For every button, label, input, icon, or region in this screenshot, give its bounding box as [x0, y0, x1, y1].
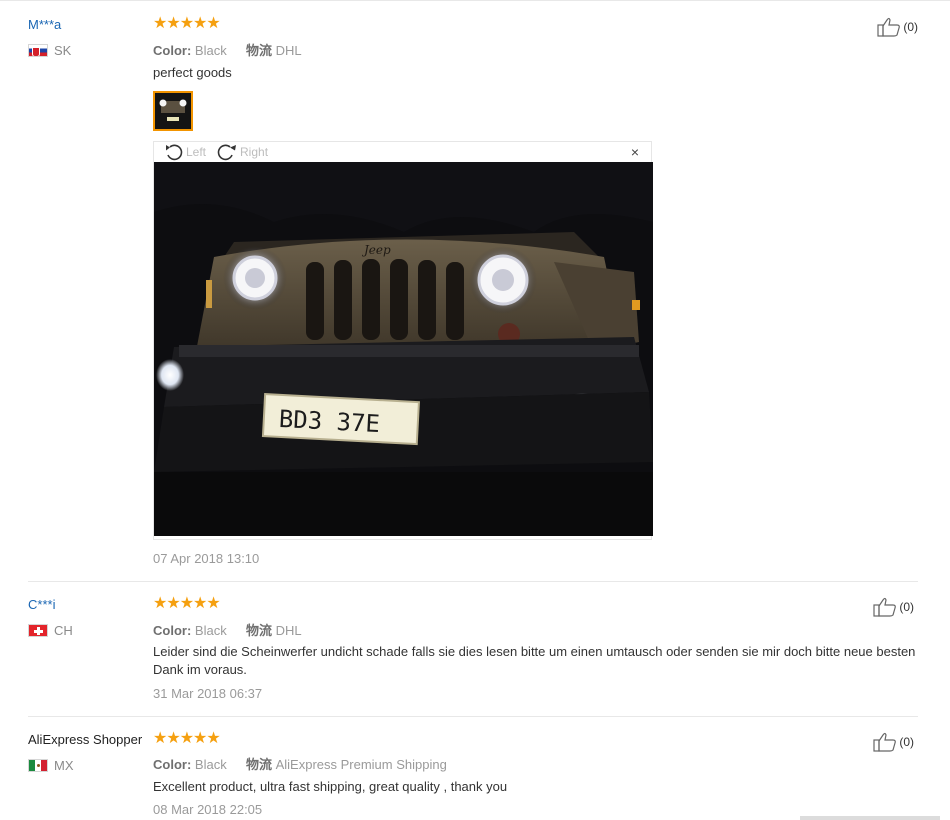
horizontal-scrollbar[interactable] [800, 816, 940, 820]
photo-viewer-toolbar: Left Right × [154, 142, 651, 162]
shipping-value: DHL [275, 623, 302, 638]
flag-mx-icon [28, 759, 48, 772]
review-date: 08 Mar 2018 22:05 [153, 802, 263, 817]
color-value: Black [194, 43, 227, 58]
country-code: MX [54, 758, 74, 773]
review-photo: Jeep BD3 37E [154, 162, 653, 536]
helpful-count: (0) [899, 600, 914, 614]
star-rating: ★★★★★ [153, 730, 221, 747]
thumbs-up-icon [877, 17, 901, 37]
color-value: Black [194, 623, 227, 638]
close-viewer-button[interactable]: × [631, 145, 639, 159]
review-item: AliExpress Shopper MX ★★★★★ Color: Black… [28, 716, 918, 820]
thumbs-up-icon [873, 597, 897, 617]
star-rating: ★★★★★ [153, 595, 221, 612]
shipping-label: 物流 [245, 757, 272, 772]
review-meta: Color: Black 物流 AliExpress Premium Shipp… [153, 754, 447, 773]
rotate-right-icon [217, 144, 237, 161]
flag-sk-icon [28, 44, 48, 57]
review-text: perfect goods [153, 65, 232, 80]
helpful-count: (0) [899, 735, 914, 749]
shipping-label: 物流 [245, 43, 272, 58]
rotate-right-button[interactable]: Right [216, 143, 268, 161]
shipping-value: DHL [275, 43, 302, 58]
review-photo-thumbnail[interactable] [153, 91, 193, 131]
photo-viewer: Left Right × Jeep BD3 37E [153, 141, 653, 540]
rotate-left-icon [166, 144, 183, 161]
shipping-value: AliExpress Premium Shipping [275, 757, 447, 772]
reviewer-country: MX [28, 758, 74, 773]
review-item: C***i CH ★★★★★ Color: Black 物流 DHL Leide… [28, 581, 918, 716]
review-date: 07 Apr 2018 13:10 [153, 551, 260, 566]
grille-brand: Jeep [361, 243, 391, 257]
thumbs-up-icon [873, 732, 897, 752]
flag-ch-icon [28, 624, 48, 637]
rotate-left-label: Left [186, 145, 207, 159]
review-text: Excellent product, ultra fast shipping, … [153, 779, 508, 794]
reviewer-name[interactable]: M***a [28, 17, 61, 32]
helpful-button[interactable]: (0) [877, 17, 918, 37]
shipping-label: 物流 [245, 623, 272, 638]
country-code: SK [54, 43, 72, 58]
review-item: M***a SK ★★★★★ Color: Black 物流 DHL perfe… [0, 0, 950, 581]
country-code: CH [54, 623, 73, 638]
review-text: Leider sind die Scheinwerfer undicht sch… [153, 644, 916, 677]
color-label: Color: [153, 43, 192, 58]
photo-thumbnail-image [155, 93, 191, 129]
reviewer-name: AliExpress Shopper [28, 732, 143, 747]
license-plate-text: BD3 37E [278, 405, 380, 438]
reviewer-country: SK [28, 43, 71, 58]
reviewer-country: CH [28, 623, 73, 638]
color-value: Black [194, 757, 227, 772]
review-meta: Color: Black 物流 DHL [153, 620, 302, 639]
reviewer-name[interactable]: C***i [28, 597, 55, 612]
color-label: Color: [153, 623, 192, 638]
helpful-count: (0) [903, 20, 918, 34]
color-label: Color: [153, 757, 192, 772]
helpful-button[interactable]: (0) [873, 597, 914, 617]
review-date: 31 Mar 2018 06:37 [153, 686, 263, 701]
helpful-button[interactable]: (0) [873, 732, 914, 752]
review-meta: Color: Black 物流 DHL [153, 40, 302, 59]
rotate-right-label: Right [240, 145, 269, 159]
star-rating: ★★★★★ [153, 15, 221, 32]
rotate-left-button[interactable]: Left [164, 143, 206, 161]
